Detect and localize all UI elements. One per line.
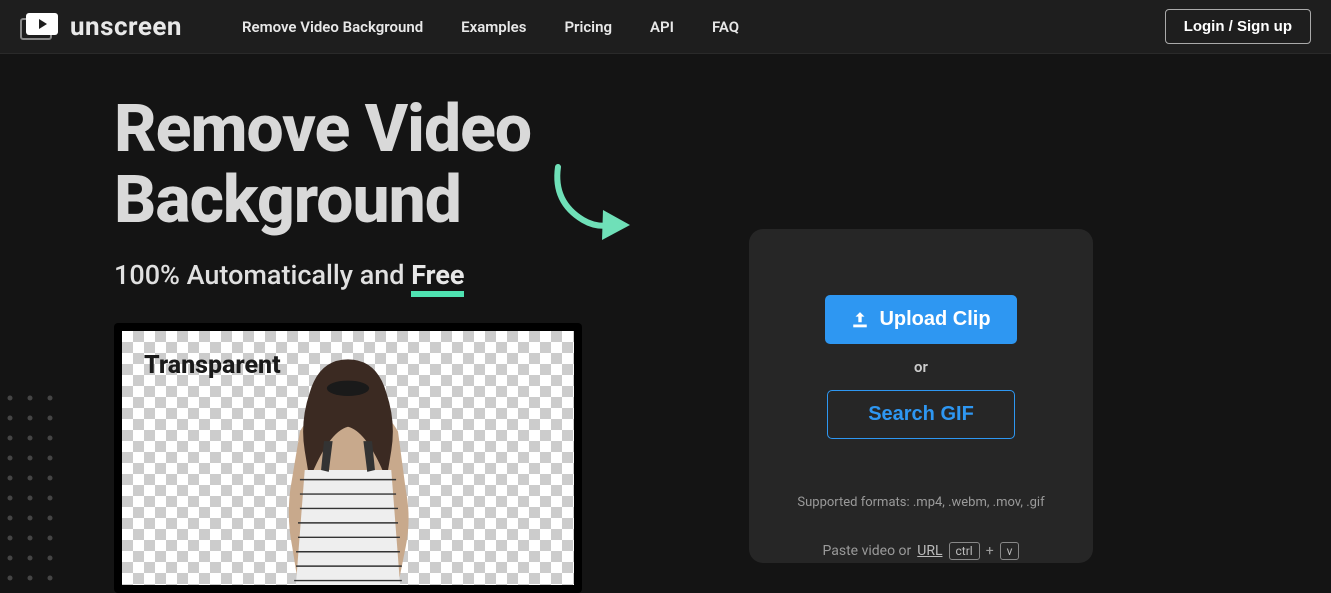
hero-title: Remove Video Background (114, 94, 654, 237)
navbar: unscreen Remove Video Background Example… (0, 0, 1331, 54)
paste-hint: Paste video or URL ctrl + v (823, 542, 1020, 560)
person-silhouette (248, 345, 448, 585)
hero-sub-prefix: 100% Automatically and (114, 259, 411, 291)
kbd-ctrl: ctrl (949, 542, 980, 560)
upload-card: Upload Clip or Search GIF Supported form… (749, 229, 1093, 563)
nav-faq[interactable]: FAQ (712, 18, 739, 36)
upload-label: Upload Clip (879, 308, 990, 331)
search-gif-button[interactable]: Search GIF (827, 390, 1015, 439)
paste-url-link[interactable]: URL (917, 543, 942, 559)
nav-links: Remove Video Background Examples Pricing… (242, 18, 739, 36)
upload-icon (851, 311, 869, 329)
transparent-checkerboard: Transparent (122, 331, 574, 585)
nav-remove-bg[interactable]: Remove Video Background (242, 18, 423, 36)
logo-icon (20, 13, 60, 41)
hero-subtitle: 100% Automatically and Free (114, 259, 654, 291)
supported-formats: Supported formats: .mp4, .webm, .mov, .g… (797, 495, 1044, 510)
logo[interactable]: unscreen (20, 12, 182, 42)
hero-sub-free: Free (411, 259, 464, 291)
or-text: or (914, 358, 928, 376)
upload-clip-button[interactable]: Upload Clip (825, 295, 1016, 344)
video-preview: Transparent (114, 323, 582, 593)
nav-api[interactable]: API (650, 18, 674, 36)
hero-title-line1: Remove Video (114, 91, 531, 168)
login-signup-button[interactable]: Login / Sign up (1165, 9, 1311, 44)
hero-title-line2: Background (114, 162, 461, 239)
nav-pricing[interactable]: Pricing (564, 18, 612, 36)
main-content: Remove Video Background 100% Automatical… (0, 54, 1331, 593)
brand-text: unscreen (70, 12, 182, 42)
kbd-v: v (1000, 542, 1020, 560)
kbd-plus: + (986, 543, 994, 559)
paste-prefix: Paste video or (823, 543, 912, 559)
nav-examples[interactable]: Examples (461, 18, 526, 36)
